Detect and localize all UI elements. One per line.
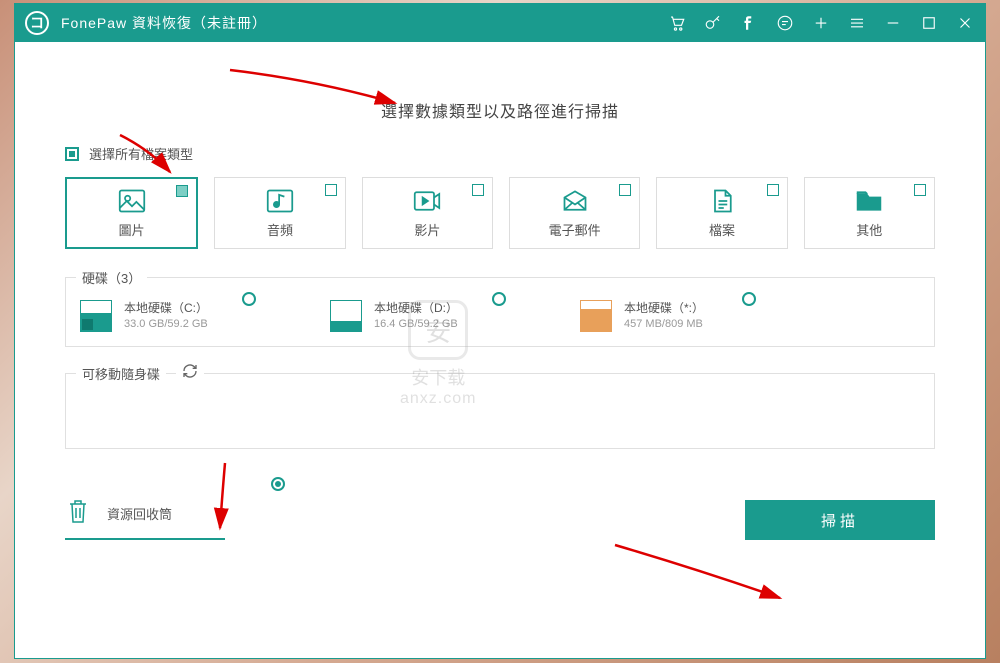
app-logo-icon: コ [25,11,49,35]
type-label: 電子郵件 [549,220,601,239]
type-checkbox-other[interactable] [914,184,926,196]
type-label: 檔案 [709,220,735,239]
refresh-button[interactable] [176,363,204,384]
disk-section: 硬碟（3） 本地硬碟（C:） 33.0 GB/59.2 GB 本地硬碟（D:） … [65,277,935,347]
disk-size: 16.4 GB/59.2 GB [374,317,458,332]
maximize-icon[interactable] [919,13,939,33]
type-card-audio[interactable]: 音頻 [214,177,345,249]
type-label: 影片 [414,220,440,239]
plus-icon[interactable] [811,13,831,33]
menu-icon[interactable] [847,13,867,33]
facebook-icon[interactable] [739,13,759,33]
folder-icon [855,188,883,214]
disk-icon [80,300,112,332]
recycle-label: 資源回收筒 [107,504,172,523]
select-all-checkbox[interactable] [65,147,79,161]
disk-item-d[interactable]: 本地硬碟（D:） 16.4 GB/59.2 GB [330,300,530,332]
close-icon[interactable] [955,13,975,33]
app-title: FonePaw 資料恢復（未註冊） [61,13,267,33]
app-window: コ FonePaw 資料恢復（未註冊） 選擇數據類型以及路徑進行掃描 選擇所有檔… [14,3,986,659]
scan-button[interactable]: 掃描 [745,500,935,540]
type-card-email[interactable]: 電子郵件 [509,177,640,249]
type-checkbox-video[interactable] [472,184,484,196]
document-icon [708,188,736,214]
image-icon [118,188,146,214]
email-icon [561,188,589,214]
feedback-icon[interactable] [775,13,795,33]
type-card-other[interactable]: 其他 [804,177,935,249]
disk-size: 457 MB/809 MB [624,317,704,332]
video-icon [413,188,441,214]
disk-name: 本地硬碟（D:） [374,300,458,317]
type-card-document[interactable]: 檔案 [656,177,787,249]
titlebar: コ FonePaw 資料恢復（未註冊） [15,4,985,42]
type-label: 圖片 [119,220,145,239]
type-card-image[interactable]: 圖片 [65,177,198,249]
removable-section-title: 可移動隨身碟 [76,364,166,383]
cart-icon[interactable] [667,13,687,33]
type-card-video[interactable]: 影片 [362,177,493,249]
key-icon[interactable] [703,13,723,33]
type-checkbox-audio[interactable] [325,184,337,196]
recycle-bin-item[interactable]: 資源回收筒 [65,489,225,540]
disk-icon [330,300,362,332]
disk-name: 本地硬碟（*:） [624,300,704,317]
disk-item-c[interactable]: 本地硬碟（C:） 33.0 GB/59.2 GB [80,300,280,332]
minimize-icon[interactable] [883,13,903,33]
page-heading: 選擇數據類型以及路徑進行掃描 [65,98,935,122]
disk-item-other[interactable]: 本地硬碟（*:） 457 MB/809 MB [580,300,780,332]
disk-icon [580,300,612,332]
type-checkbox-document[interactable] [767,184,779,196]
type-checkbox-image[interactable] [176,185,188,197]
type-label: 其他 [856,220,882,239]
disk-radio-d[interactable] [492,292,506,306]
audio-icon [266,188,294,214]
disk-size: 33.0 GB/59.2 GB [124,317,208,332]
select-all-label: 選擇所有檔案類型 [89,144,193,163]
recycle-radio[interactable] [271,477,285,491]
disk-section-title: 硬碟（3） [76,268,147,287]
main-content: 選擇數據類型以及路徑進行掃描 選擇所有檔案類型 圖片 音頻 影片 [15,42,985,556]
file-type-grid: 圖片 音頻 影片 電子郵件 檔案 [65,177,935,249]
disk-radio-other[interactable] [742,292,756,306]
type-label: 音頻 [267,220,293,239]
disk-radio-c[interactable] [242,292,256,306]
trash-icon [65,497,91,530]
removable-section: 可移動隨身碟 [65,373,935,449]
disk-name: 本地硬碟（C:） [124,300,208,317]
type-checkbox-email[interactable] [619,184,631,196]
